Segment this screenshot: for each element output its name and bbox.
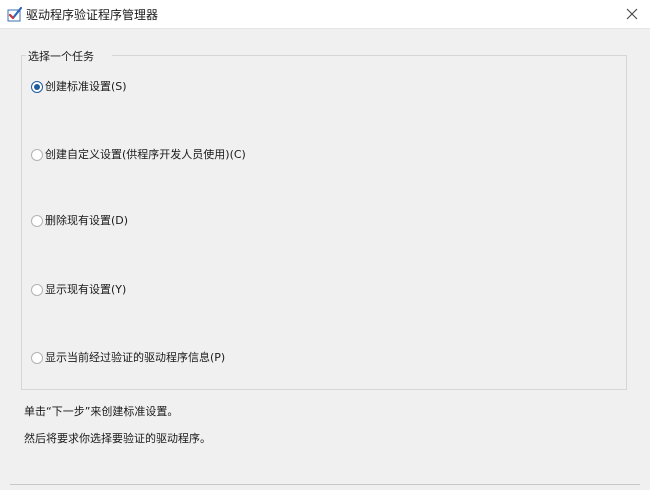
radio-delete-existing[interactable]: [31, 215, 43, 227]
driver-verifier-window: 驱动程序验证程序管理器 选择一个任务 创建标准设置(S) 创建自定义设置(供程序…: [0, 0, 650, 490]
option-label: 删除现有设置(D): [45, 214, 129, 227]
bottom-separator: [10, 484, 640, 485]
task-group-legend: 选择一个任务: [26, 48, 96, 64]
radio-display-existing[interactable]: [31, 284, 43, 296]
info-select-drivers: 然后将要求你选择要验证的驱动程序。: [24, 432, 211, 445]
option-label: 创建标准设置(S): [45, 80, 127, 93]
radio-create-standard[interactable]: [31, 81, 43, 93]
group-border-top-right: [112, 55, 627, 56]
option-label: 显示现有设置(Y): [45, 283, 127, 296]
window-title: 驱动程序验证程序管理器: [26, 8, 159, 22]
close-button[interactable]: [618, 0, 646, 28]
radio-create-custom[interactable]: [31, 149, 43, 161]
close-icon: [626, 8, 638, 20]
option-label: 创建自定义设置(供程序开发人员使用)(C): [45, 148, 246, 161]
driver-verifier-check-icon: [6, 5, 24, 23]
title-bar: 驱动程序验证程序管理器: [0, 0, 650, 29]
option-label: 显示当前经过验证的驱动程序信息(P): [45, 351, 226, 364]
info-next-step: 单击“下一步”来创建标准设置。: [24, 405, 179, 418]
radio-display-verified-drivers[interactable]: [31, 352, 43, 364]
